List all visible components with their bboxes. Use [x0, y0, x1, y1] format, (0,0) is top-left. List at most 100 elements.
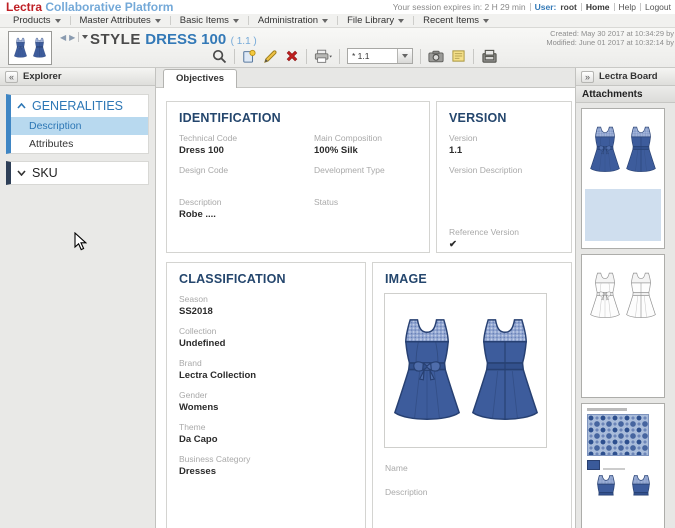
attachments-list [576, 103, 675, 528]
chevron-down-icon [402, 54, 408, 58]
toolbar-separator [339, 49, 340, 64]
attachment-preview [582, 109, 664, 187]
dress-front-thumb [588, 113, 622, 187]
camera-icon[interactable] [428, 50, 444, 63]
chevron-up-icon [17, 103, 26, 109]
dress-back-mini [31, 33, 48, 63]
spec-text-line [603, 468, 625, 470]
field-value [449, 177, 559, 189]
chevron-down-icon [322, 19, 328, 23]
field-label: Status [314, 197, 417, 207]
menu-basic-items[interactable]: Basic Items [171, 15, 248, 26]
explorer-panel: « Explorer GENERALITIES Description Attr… [0, 68, 156, 528]
field-technical-code: Technical Code Dress 100 [179, 133, 314, 157]
version-selector[interactable]: * 1.1 [347, 48, 413, 64]
version-selector-dropdown-button[interactable] [397, 49, 412, 63]
field-label: Collection [179, 326, 353, 336]
main-body: « Explorer GENERALITIES Description Attr… [0, 68, 675, 528]
bodice-previews [587, 474, 659, 496]
classification-fields: Season SS2018 Collection Undefined Brand… [167, 288, 365, 492]
next-record-icon[interactable]: ▶ [69, 33, 75, 42]
new-item-icon[interactable] [242, 49, 256, 63]
identification-fields: Technical Code Dress 100 Main Compositio… [167, 127, 429, 227]
help-link[interactable]: Help [619, 2, 636, 12]
tree-item-description[interactable]: Description [11, 117, 148, 135]
tree-group-sku-header[interactable]: SKU [11, 162, 148, 184]
lectra-app-window: Lectra Collaborative Platform Your sessi… [0, 0, 675, 528]
expand-panel-icon[interactable]: » [581, 71, 594, 83]
field-label: Development Type [314, 165, 417, 175]
created-text: Created: May 30 2017 at 10:34:29 by root [546, 29, 675, 38]
chevron-down-icon[interactable] [82, 35, 88, 39]
top-bar: Lectra Collaborative Platform Your sessi… [0, 0, 675, 14]
chevron-down-icon [55, 19, 61, 23]
tree-group-generalities-header[interactable]: GENERALITIES [11, 95, 148, 117]
search-icon[interactable] [212, 49, 227, 64]
style-version: ( 1.1 ) [231, 36, 257, 47]
explorer-title: Explorer [23, 71, 62, 82]
field-value: 1.1 [449, 145, 559, 157]
field-gender: Gender Womens [179, 390, 353, 414]
notes-icon[interactable] [451, 49, 466, 63]
attachment-colored-sketch[interactable] [581, 108, 665, 249]
menu-master-attributes[interactable]: Master Attributes [71, 15, 170, 26]
field-label: Main Composition [314, 133, 417, 143]
chevron-down-icon [233, 19, 239, 23]
home-link[interactable]: Home [586, 2, 610, 12]
style-toolbar: * 1.1 [212, 48, 498, 64]
field-label: Description [385, 487, 428, 497]
menu-file-library[interactable]: File Library [338, 15, 413, 26]
tab-objectives[interactable]: Objectives [163, 69, 237, 88]
attachment-fabric-spec[interactable] [581, 403, 665, 528]
menu-products[interactable]: Products [4, 15, 70, 26]
bodice-back-thumb [628, 474, 654, 496]
logout-link[interactable]: Logout [645, 2, 671, 12]
identification-panel: IDENTIFICATION Technical Code Dress 100 … [166, 101, 430, 253]
field-value: 100% Silk [314, 145, 417, 157]
checkmark-icon: ✔ [449, 239, 559, 251]
separator [640, 3, 641, 11]
delete-icon[interactable] [285, 49, 299, 63]
classification-title: CLASSIFICATION [167, 263, 365, 288]
menu-administration[interactable]: Administration [249, 15, 337, 26]
field-value: Womens [179, 402, 353, 414]
style-image[interactable] [384, 293, 547, 448]
color-chip-row [587, 460, 659, 470]
field-version: Version 1.1 [449, 133, 559, 157]
edit-icon[interactable] [263, 49, 278, 64]
app-logo: Lectra Collaborative Platform [6, 0, 173, 14]
field-business-category: Business Category Dresses [179, 454, 353, 478]
attachments-header: Attachments [576, 86, 675, 103]
field-label: Season [179, 294, 353, 304]
objectives-content: IDENTIFICATION Technical Code Dress 100 … [156, 88, 575, 528]
field-theme: Theme Da Capo [179, 422, 353, 446]
field-description: Description Robe .... [179, 197, 314, 221]
field-status: Status [314, 197, 417, 221]
menu-recent-items[interactable]: Recent Items [414, 15, 498, 26]
tree-item-attributes[interactable]: Attributes [11, 135, 148, 153]
field-value: Undefined [179, 338, 353, 350]
toolbar-separator [306, 49, 307, 64]
print-icon[interactable] [314, 49, 332, 64]
logo-lectra: Lectra [6, 0, 42, 14]
version-panel: VERSION Version 1.1 Version Description … [436, 101, 572, 253]
attachment-line-sketch[interactable] [581, 254, 665, 398]
field-label: Name [385, 463, 408, 473]
field-brand: Brand Lectra Collection [179, 358, 353, 382]
field-label: Gender [179, 390, 353, 400]
field-collection: Collection Undefined [179, 326, 353, 350]
menu-label: Master Attributes [80, 15, 151, 26]
field-development-type: Development Type [314, 165, 417, 189]
toolbar-separator [234, 49, 235, 64]
color-chip [587, 460, 600, 470]
export-icon[interactable] [481, 49, 498, 64]
field-label: Description [179, 197, 314, 207]
version-title: VERSION [437, 102, 571, 127]
style-thumbnail[interactable] [8, 31, 52, 65]
prev-record-icon[interactable]: ◀ [60, 33, 66, 42]
collapse-panel-icon[interactable]: « [5, 71, 18, 83]
tab-strip: Objectives [156, 68, 575, 88]
style-header: ◀ ▶ STYLE DRESS 100 ( 1.1 ) Created: May… [0, 28, 675, 68]
menu-bar: Products Master Attributes Basic Items A… [0, 14, 675, 28]
field-value [385, 475, 408, 487]
